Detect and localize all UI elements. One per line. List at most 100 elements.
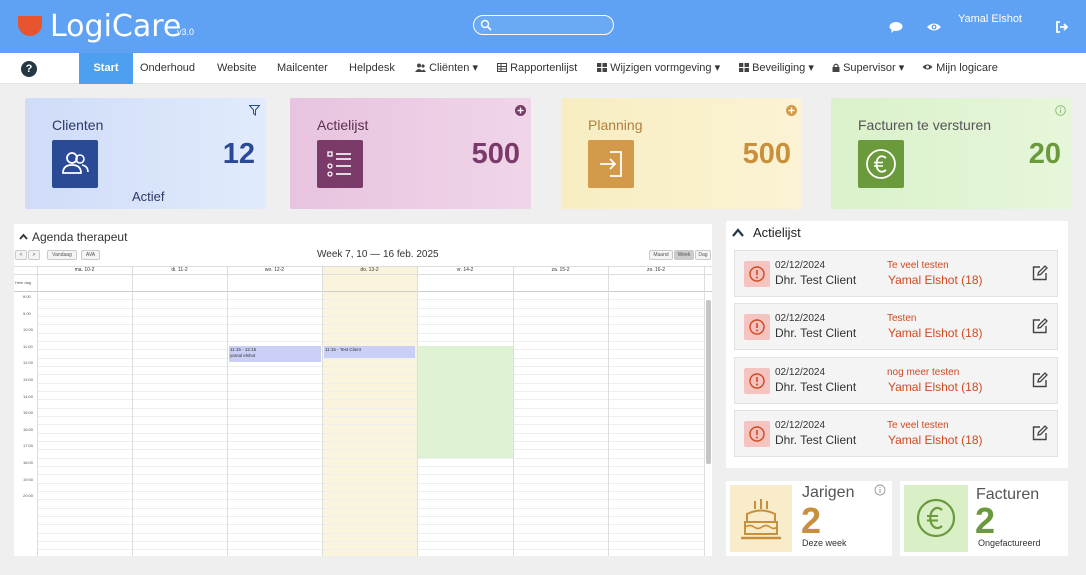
cal-day-header[interactable]: ma. 10-2 [37, 266, 132, 274]
actie-client: Dhr. Test Client [775, 273, 857, 287]
calendar-grid: ma. 10-2 di. 11-2 wo. 12-2 do. 13-2 vr. … [14, 266, 712, 556]
cal-day-header[interactable]: wo. 12-2 [227, 266, 322, 274]
cal-month-button[interactable]: Maand [649, 250, 673, 260]
nav-mijn-logicare[interactable]: Mijn logicare [922, 53, 998, 84]
cal-hour-label: 9:00 [23, 311, 31, 316]
info-icon[interactable] [1055, 105, 1066, 116]
cal-today-button[interactable]: Vandaag [47, 250, 77, 260]
actie-client: Dhr. Test Client [775, 433, 857, 447]
eye-icon [922, 64, 933, 70]
main-nav: ? Start Onderhoud Website Mailcenter Hel… [0, 53, 1086, 84]
logout-icon[interactable] [1054, 19, 1070, 35]
actie-item[interactable]: 02/12/2024 Dhr. Test Client Te veel test… [734, 250, 1058, 297]
cal-day-header[interactable]: do. 13-2 [322, 266, 417, 274]
jarigen-sub: Deze week [802, 538, 847, 548]
card-facturen[interactable]: Facturen te versturen 20 [831, 98, 1072, 209]
th-large-icon [739, 63, 749, 72]
help-icon[interactable]: ? [21, 61, 37, 77]
cal-prev-button[interactable]: < [15, 250, 27, 260]
nav-onderhoud[interactable]: Onderhoud [140, 53, 195, 84]
actie-subject: nog meer testen [887, 367, 960, 378]
cal-ava-button[interactable]: AVA [81, 250, 100, 260]
actie-subject: Te veel testen [887, 260, 949, 271]
nav-rapportenlijst[interactable]: Rapportenlijst [497, 53, 577, 84]
cal-day-header[interactable]: di. 11-2 [132, 266, 227, 274]
actie-assignee: Yamal Elshot (18) [888, 433, 983, 447]
alert-icon [744, 261, 770, 287]
nav-website[interactable]: Website [217, 53, 257, 84]
card-facturen-ongefactureerd[interactable]: Facturen 2 Ongefactureerd [900, 481, 1068, 556]
actie-subject: Te veel testen [887, 420, 949, 431]
nav-wijzigen-vormgeving[interactable]: Wijzigen vormgeving ▾ [597, 53, 720, 84]
cal-hour-label: 13:00 [23, 377, 34, 382]
nav-beveiliging-label: Beveiliging ▾ [752, 62, 814, 74]
nav-clienten[interactable]: Cliënten ▾ [415, 53, 478, 84]
actie-item[interactable]: 02/12/2024 Dhr. Test Client Testen Yamal… [734, 303, 1058, 350]
facturen-sub: Ongefactureerd [978, 538, 1041, 548]
cal-hour-label: 18:00 [23, 460, 34, 465]
filter-icon[interactable] [249, 105, 260, 116]
nav-start[interactable]: Start [79, 53, 133, 84]
user-name[interactable]: Yamal Elshot [958, 13, 1040, 25]
cal-hour-label: 8:00 [23, 294, 31, 299]
cal-day-button[interactable]: Dag [695, 250, 711, 260]
facturen-value: 2 [975, 500, 996, 541]
euro-icon [858, 140, 904, 188]
cal-day-header[interactable]: zo. 16-2 [608, 266, 704, 274]
info-icon[interactable] [874, 484, 886, 496]
app-version: v3.0 [177, 27, 195, 37]
users-icon [52, 140, 98, 188]
card-actielijst[interactable]: Actielijst 500 [290, 98, 531, 209]
sign-in-icon [588, 140, 634, 188]
card-planning[interactable]: Planning 500 [561, 98, 802, 209]
cal-day-header[interactable]: za. 15-2 [513, 266, 608, 274]
agenda-title: Agenda therapeut [32, 230, 128, 244]
cal-next-button[interactable]: > [28, 250, 40, 260]
nav-supervisor[interactable]: Supervisor ▾ [832, 53, 904, 84]
cal-hour-label: 11:00 [23, 344, 33, 349]
calendar-event[interactable]: 11:15 - Test Client [325, 347, 414, 357]
actie-client: Dhr. Test Client [775, 326, 857, 340]
edit-icon[interactable] [1031, 424, 1049, 442]
table-icon [497, 63, 507, 72]
actie-date: 02/12/2024 [775, 313, 826, 324]
chevron-up-icon[interactable] [19, 233, 28, 240]
cal-hour-label: 17:00 [23, 443, 34, 448]
actie-date: 02/12/2024 [775, 367, 826, 378]
nav-helpdesk[interactable]: Helpdesk [349, 53, 395, 84]
edit-icon[interactable] [1031, 371, 1049, 389]
card-jarigen[interactable]: Jarigen 2 Deze week [726, 481, 892, 556]
nav-supervisor-label: Supervisor ▾ [843, 62, 905, 74]
actie-item[interactable]: 02/12/2024 Dhr. Test Client nog meer tes… [734, 357, 1058, 404]
card-facturen-value: 20 [1028, 138, 1061, 170]
cal-week-label: Week 7, 10 — 16 feb. 2025 [317, 249, 439, 260]
alert-icon [744, 314, 770, 340]
cal-day-header[interactable]: vr. 14-2 [417, 266, 513, 274]
search-box[interactable] [473, 15, 614, 35]
card-clienten[interactable]: Clienten 12 Actief [25, 98, 266, 209]
cal-hour-label: 19:00 [23, 477, 34, 482]
cal-hour-label: 14:00 [23, 394, 34, 399]
cal-week-button[interactable]: Week [674, 250, 694, 260]
euro-icon [904, 485, 968, 552]
top-bar: LogiCare v3.0 Yamal Elshot [0, 0, 1086, 53]
nav-mailcenter[interactable]: Mailcenter [277, 53, 328, 84]
card-clienten-value: 12 [222, 138, 255, 170]
search-input[interactable] [496, 18, 608, 32]
actie-assignee: Yamal Elshot (18) [888, 380, 983, 394]
edit-icon[interactable] [1031, 317, 1049, 335]
card-facturen-title: Facturen te versturen [858, 117, 992, 133]
chat-icon[interactable] [888, 19, 904, 35]
actie-item[interactable]: 02/12/2024 Dhr. Test Client Te veel test… [734, 410, 1058, 457]
nav-clienten-label: Cliënten ▾ [429, 62, 478, 74]
edit-icon[interactable] [1031, 264, 1049, 282]
calendar-event[interactable]: 11:15 - 12:15 yamal elshot [230, 347, 320, 361]
actie-date: 02/12/2024 [775, 260, 826, 271]
cal-hour-label: 10:00 [23, 327, 34, 332]
eye-icon[interactable] [926, 19, 942, 35]
plus-circle-icon[interactable] [515, 105, 526, 116]
chevron-up-icon[interactable] [732, 228, 744, 237]
th-large-icon [597, 63, 607, 72]
nav-beveiliging[interactable]: Beveiliging ▾ [739, 53, 814, 84]
plus-circle-icon[interactable] [786, 105, 797, 116]
